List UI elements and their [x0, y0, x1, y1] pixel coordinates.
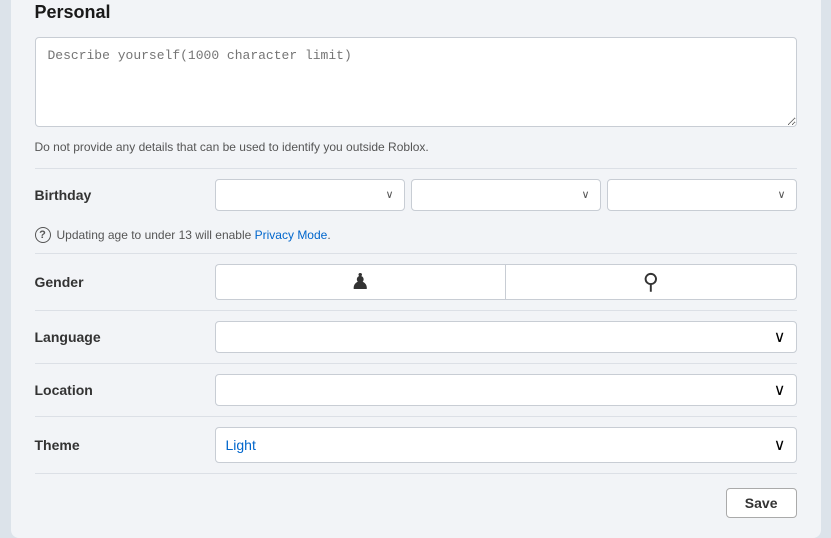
chevron-down-icon: ∨: [774, 435, 786, 455]
personal-panel: Personal Do not provide any details that…: [11, 0, 821, 538]
theme-row: Theme Light ∨: [35, 416, 797, 473]
age-note-text: Updating age to under 13 will enable Pri…: [57, 228, 331, 242]
birthday-control: ∨ ∨ ∨: [215, 179, 797, 211]
theme-control: Light ∨: [215, 427, 797, 463]
language-select[interactable]: ∨: [215, 321, 797, 353]
female-icon: ⚲: [643, 269, 659, 295]
chevron-down-icon: ∨: [385, 188, 393, 201]
location-control: ∨: [215, 374, 797, 406]
privacy-mode-link[interactable]: Privacy Mode: [255, 228, 328, 242]
help-icon: ?: [35, 227, 51, 243]
theme-value: Light: [226, 437, 256, 453]
gender-male-button[interactable]: ♟: [215, 264, 506, 300]
panel-title: Personal: [35, 2, 797, 23]
save-row: Save: [35, 473, 797, 518]
theme-label: Theme: [35, 437, 215, 453]
gender-female-button[interactable]: ⚲: [505, 264, 797, 300]
birthday-row: Birthday ∨ ∨ ∨: [35, 168, 797, 221]
chevron-down-icon: ∨: [777, 188, 785, 201]
male-icon: ♟: [350, 269, 370, 295]
language-control: ∨: [215, 321, 797, 353]
birthday-day-select[interactable]: ∨: [411, 179, 601, 211]
privacy-note: Do not provide any details that can be u…: [35, 140, 797, 154]
bio-textarea[interactable]: [35, 37, 797, 127]
language-label: Language: [35, 329, 215, 345]
birthday-year-select[interactable]: ∨: [607, 179, 797, 211]
theme-select[interactable]: Light ∨: [215, 427, 797, 463]
bio-wrapper: [35, 37, 797, 132]
age-note-row: ? Updating age to under 13 will enable P…: [35, 221, 797, 253]
gender-buttons: ♟ ⚲: [215, 264, 797, 300]
gender-label: Gender: [35, 274, 215, 290]
gender-control: ♟ ⚲: [215, 264, 797, 300]
language-row: Language ∨: [35, 310, 797, 363]
chevron-down-icon: ∨: [581, 188, 589, 201]
location-select[interactable]: ∨: [215, 374, 797, 406]
birthday-selects: ∨ ∨ ∨: [215, 179, 797, 211]
chevron-down-icon: ∨: [774, 380, 786, 400]
location-row: Location ∨: [35, 363, 797, 416]
gender-row: Gender ♟ ⚲: [35, 253, 797, 310]
location-label: Location: [35, 382, 215, 398]
chevron-down-icon: ∨: [774, 327, 786, 347]
birthday-label: Birthday: [35, 187, 215, 203]
birthday-month-select[interactable]: ∨: [215, 179, 405, 211]
save-button[interactable]: Save: [726, 488, 797, 518]
